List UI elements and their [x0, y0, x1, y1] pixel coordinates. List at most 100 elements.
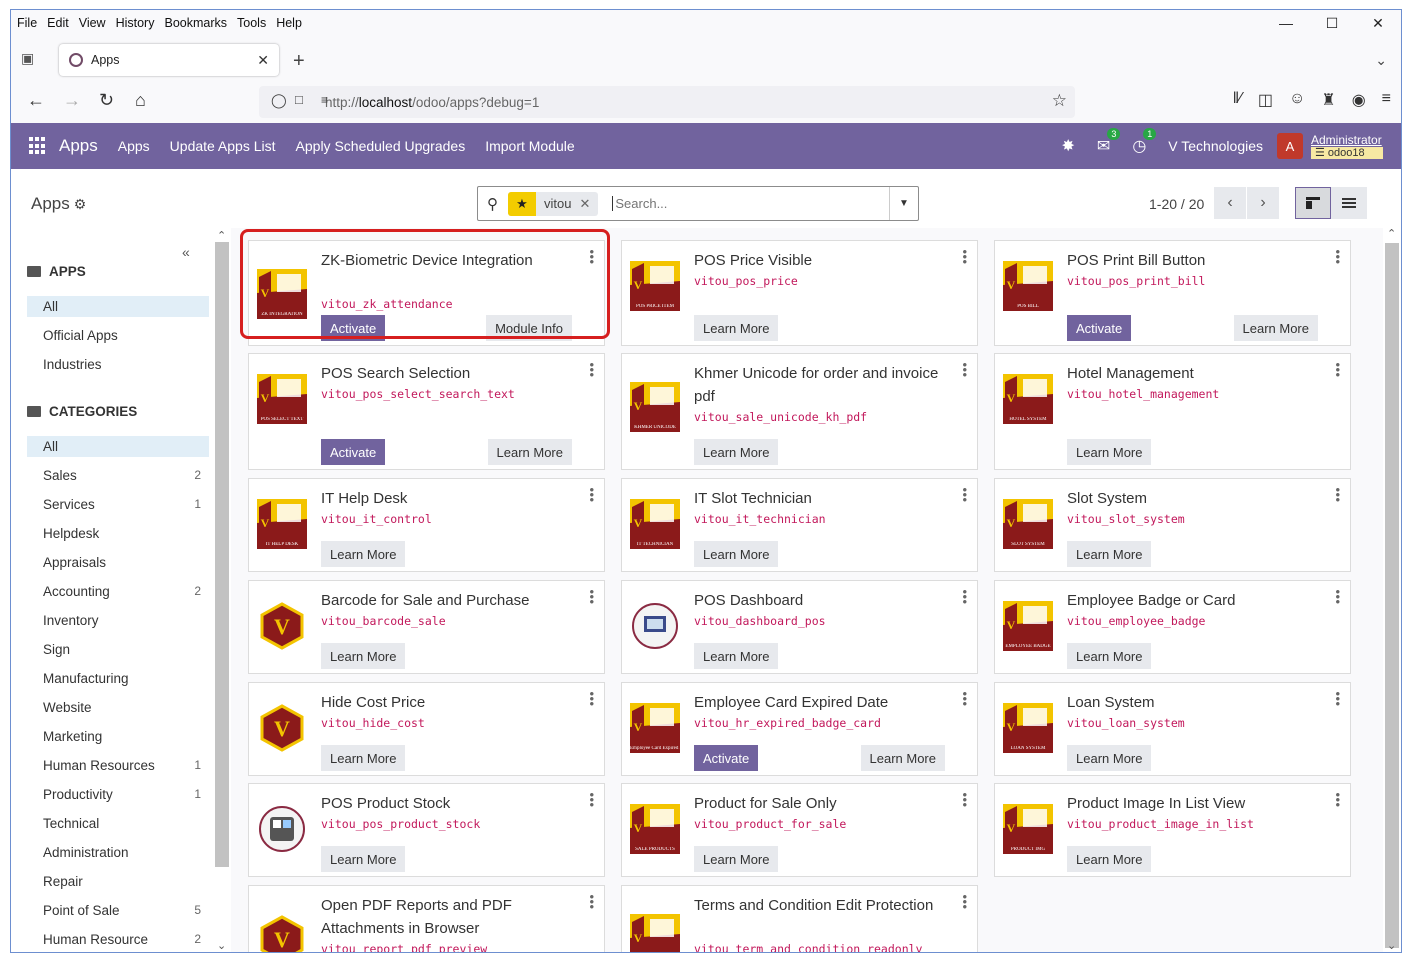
- kebab-menu-icon[interactable]: • • •: [1335, 483, 1340, 506]
- nav-menu-apps[interactable]: Apps: [118, 138, 150, 154]
- sidebar-category-item[interactable]: Technical: [27, 813, 209, 834]
- kebab-menu-icon[interactable]: • • •: [962, 245, 967, 268]
- app-card[interactable]: V Open PDF Reports and PDF Attachments in…: [248, 885, 605, 952]
- kebab-menu-icon[interactable]: • • •: [1335, 358, 1340, 381]
- kebab-menu-icon[interactable]: • • •: [589, 358, 594, 381]
- app-card[interactable]: V HOTEL SYSTEM Hotel Management vitou_hotel…: [994, 353, 1351, 470]
- app-card[interactable]: V POS BILL POS Print Bill Button vitou_pos_…: [994, 240, 1351, 346]
- sidebar-category-item[interactable]: Marketing: [27, 726, 209, 747]
- debug-bug-icon[interactable]: ✸: [1062, 136, 1075, 156]
- app-card[interactable]: V LOAN SYSTEM Loan System vitou_loan_system…: [994, 682, 1351, 776]
- app-grid-icon[interactable]: [29, 137, 47, 155]
- sidebar-icon[interactable]: ◫: [1258, 90, 1273, 110]
- search-icon[interactable]: ⚲: [487, 195, 498, 213]
- app-card[interactable]: POS Product Stock vitou_pos_product_stock…: [248, 783, 605, 877]
- pager-previous-button[interactable]: ‹: [1214, 187, 1246, 219]
- learn-more-button[interactable]: Learn More: [1233, 315, 1318, 341]
- home-icon[interactable]: ⌂: [135, 90, 146, 111]
- search-options-toggle[interactable]: ▼: [889, 187, 918, 220]
- kebab-menu-icon[interactable]: • • •: [1335, 788, 1340, 811]
- sidebar-category-item[interactable]: Inventory: [27, 610, 209, 631]
- messages-icon[interactable]: ✉ 3: [1097, 128, 1121, 156]
- kebab-menu-icon[interactable]: • • •: [962, 687, 967, 710]
- facet-remove-icon[interactable]: ✕: [579, 196, 598, 212]
- sidebar-category-item[interactable]: Point of Sale 5: [27, 900, 209, 921]
- kebab-menu-icon[interactable]: • • •: [589, 585, 594, 608]
- sidebar-scrollbar[interactable]: ⌃ ⌄: [213, 228, 231, 952]
- app-card[interactable]: V POS PRICE ITEM POS Price Visible vitou_po…: [621, 240, 978, 346]
- tab-list-icon[interactable]: ▣: [21, 50, 41, 68]
- learn-more-button[interactable]: Learn More: [321, 745, 406, 771]
- new-tab-icon[interactable]: +: [293, 50, 305, 73]
- menu-help[interactable]: Help: [276, 16, 302, 30]
- library-icon[interactable]: ‖⁄: [1233, 90, 1242, 110]
- kebab-menu-icon[interactable]: • • •: [589, 788, 594, 811]
- avatar[interactable]: A: [1277, 133, 1303, 159]
- list-view-button[interactable]: [1331, 187, 1367, 219]
- sidebar-category-item[interactable]: All: [27, 436, 209, 457]
- app-card[interactable]: V IT TECHNICIAN IT Slot Technician vitou_it…: [621, 478, 978, 572]
- learn-more-button[interactable]: Learn More: [1067, 541, 1152, 567]
- app-card[interactable]: VTerms & Condition Terms and Condition Ed…: [621, 885, 978, 952]
- app-card[interactable]: V PRODUCT IMG Product Image In List View vi…: [994, 783, 1351, 877]
- menu-icon[interactable]: ≡: [1382, 90, 1391, 110]
- activate-button[interactable]: Activate: [1067, 315, 1132, 341]
- learn-more-button[interactable]: Learn More: [694, 315, 779, 341]
- chevron-down-icon[interactable]: ⌄: [1375, 52, 1387, 69]
- browser-tab-apps[interactable]: Apps ✕: [59, 44, 279, 76]
- sidebar-category-item[interactable]: Appraisals: [27, 552, 209, 573]
- search-input[interactable]: [612, 196, 873, 211]
- permissions-icon[interactable]: ≡: [321, 93, 328, 107]
- pager-value[interactable]: 1-20 / 20: [1149, 196, 1204, 212]
- kebab-menu-icon[interactable]: • • •: [1335, 585, 1340, 608]
- learn-more-button[interactable]: Learn More: [1067, 846, 1152, 872]
- sidebar-category-item[interactable]: Manufacturing: [27, 668, 209, 689]
- learn-more-button[interactable]: Learn More: [694, 541, 779, 567]
- kebab-menu-icon[interactable]: • • •: [962, 358, 967, 381]
- forward-arrow-icon[interactable]: →: [63, 90, 81, 111]
- learn-more-button[interactable]: Learn More: [321, 643, 406, 669]
- sidebar-category-item[interactable]: Accounting 2: [27, 581, 209, 602]
- pager-next-button[interactable]: ›: [1247, 187, 1279, 219]
- app-card[interactable]: V Barcode for Sale and Purchase vitou_barc…: [248, 580, 605, 674]
- company-switcher[interactable]: V Technologies: [1168, 138, 1263, 154]
- shield-icon[interactable]: ◯: [271, 92, 287, 109]
- app-card[interactable]: V KHMER UNICODE Khmer Unicode for order an…: [621, 353, 978, 470]
- sidebar-category-item[interactable]: Helpdesk: [27, 523, 209, 544]
- sidebar-app-item[interactable]: All: [27, 296, 209, 317]
- learn-more-button[interactable]: Learn More: [1067, 439, 1152, 465]
- reload-icon[interactable]: ↻: [99, 90, 114, 111]
- app-card[interactable]: V POS SELECT TEXT POS Search Selection vito…: [248, 353, 605, 470]
- sidebar-app-item[interactable]: Official Apps: [27, 325, 209, 346]
- activate-button[interactable]: Activate: [694, 745, 759, 771]
- main-scrollbar[interactable]: ⌃ ⌄: [1383, 169, 1401, 952]
- sidebar-category-item[interactable]: Repair: [27, 871, 209, 892]
- scroll-down-arrow-icon[interactable]: ⌄: [217, 939, 226, 952]
- kanban-view-button[interactable]: [1295, 187, 1331, 219]
- menu-history[interactable]: History: [116, 16, 155, 30]
- scroll-up-arrow-icon[interactable]: ⌃: [217, 229, 226, 242]
- sidebar-category-item[interactable]: Sales 2: [27, 465, 209, 486]
- menu-bookmarks[interactable]: Bookmarks: [164, 16, 227, 30]
- monkey-extension-icon[interactable]: ◉: [1352, 90, 1366, 110]
- learn-more-button[interactable]: Learn More: [321, 541, 406, 567]
- learn-more-button[interactable]: Learn More: [1067, 643, 1152, 669]
- learn-more-button[interactable]: Learn More: [694, 643, 779, 669]
- learn-more-button[interactable]: Learn More: [1067, 745, 1152, 771]
- learn-more-button[interactable]: Learn More: [487, 439, 572, 465]
- account-icon[interactable]: ☺: [1289, 90, 1305, 110]
- kebab-menu-icon[interactable]: • • •: [962, 483, 967, 506]
- kebab-menu-icon[interactable]: • • •: [589, 890, 594, 913]
- sidebar-category-item[interactable]: Human Resource 2: [27, 929, 209, 950]
- scroll-down-arrow-icon[interactable]: ⌄: [1387, 939, 1396, 952]
- app-brand[interactable]: Apps: [59, 136, 98, 156]
- learn-more-button[interactable]: Learn More: [860, 745, 945, 771]
- app-card[interactable]: V IT HELP DESK IT Help Desk vitou_it_contro…: [248, 478, 605, 572]
- scroll-up-arrow-icon[interactable]: ⌃: [1387, 227, 1396, 240]
- close-tab-icon[interactable]: ✕: [257, 52, 269, 69]
- learn-more-button[interactable]: Learn More: [694, 439, 779, 465]
- kebab-menu-icon[interactable]: • • •: [589, 483, 594, 506]
- sidebar-category-item[interactable]: Website: [27, 697, 209, 718]
- maximize-button[interactable]: ☐: [1309, 10, 1355, 36]
- user-menu[interactable]: Administrator ☰ odoo18: [1311, 134, 1385, 159]
